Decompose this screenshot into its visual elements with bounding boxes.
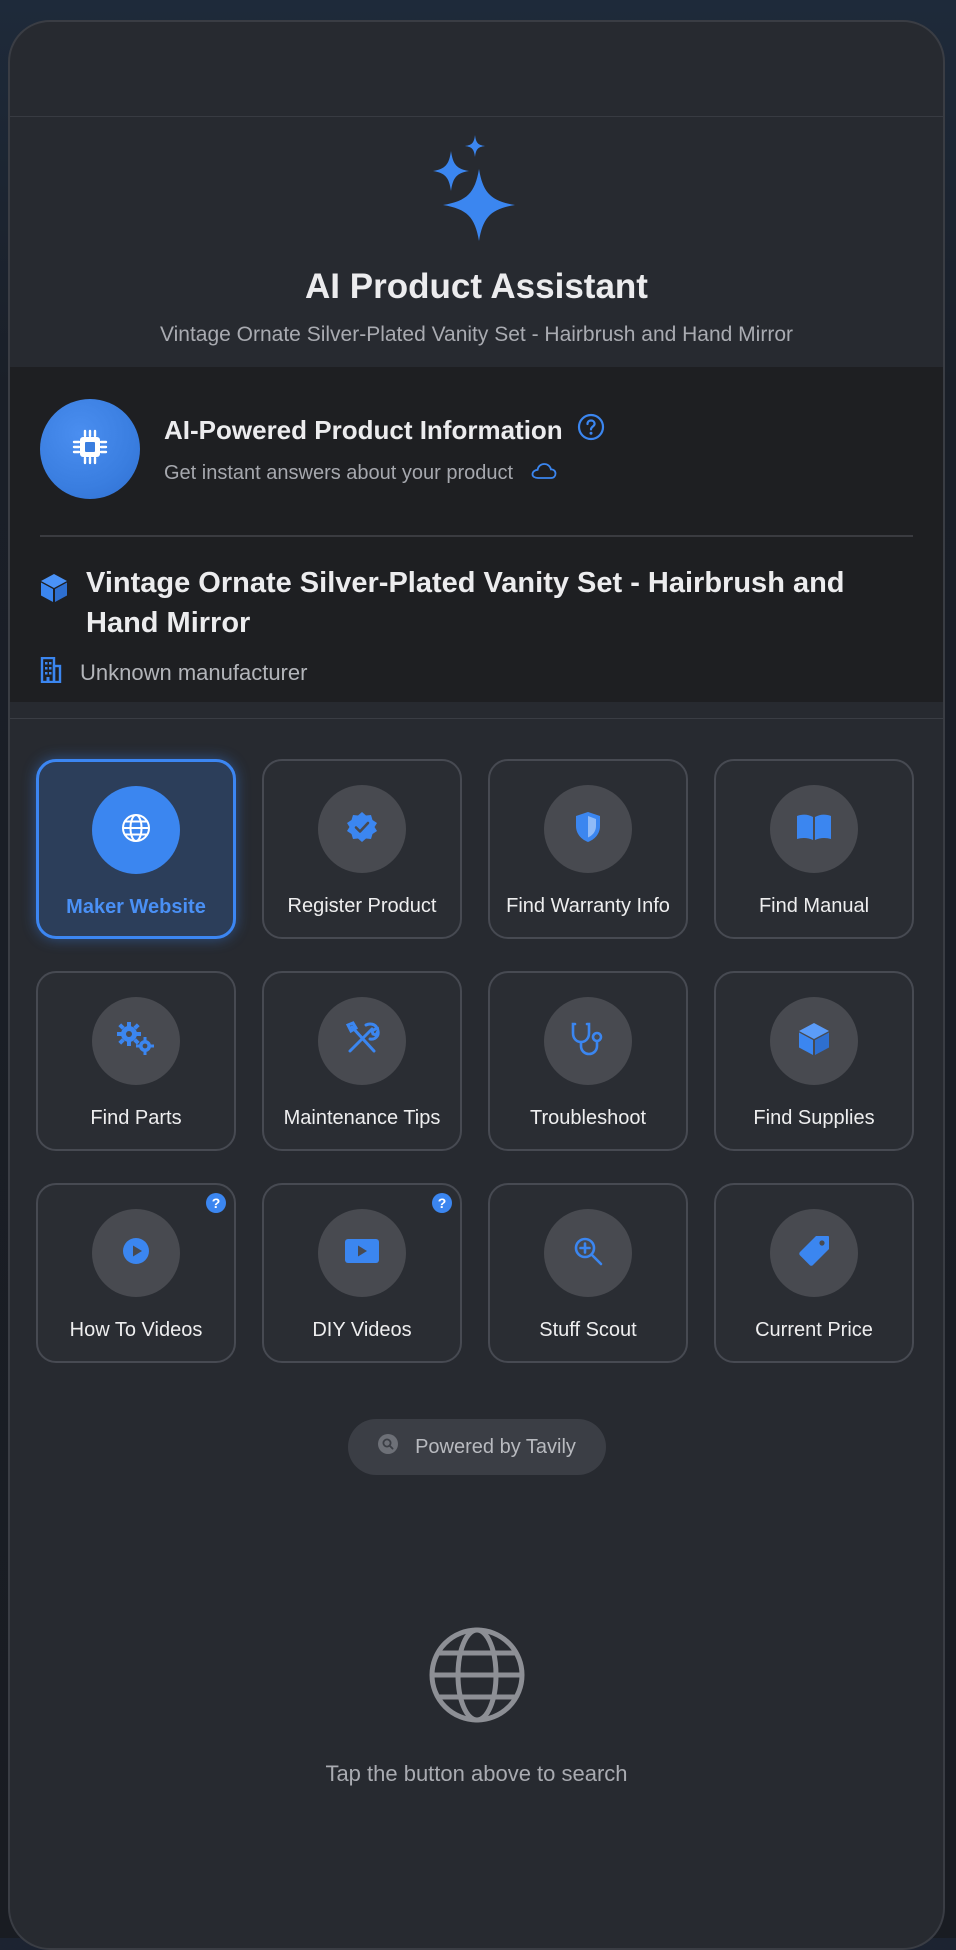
package-icon [40,573,68,608]
tile-label: Find Manual [758,895,870,917]
search-circle-icon [377,1433,415,1461]
powered-by-tavily: Powered by Tavily [347,1419,606,1475]
find-warranty-info-button[interactable]: Find Warranty Info [488,759,688,939]
cpu-chip-icon [72,429,108,470]
divider [40,535,913,537]
find-manual-button[interactable]: Find Manual [714,759,914,939]
page-subtitle: Vintage Ornate Silver-Plated Vanity Set … [159,323,793,346]
chip-avatar [40,399,140,499]
product-name: Vintage Ornate Silver-Plated Vanity Set … [86,567,845,639]
tile-label: Find Supplies [753,1107,875,1129]
actions-grid: Maker Website Register Product Find Warr… [36,759,917,1363]
book-icon [795,812,833,847]
help-icon[interactable] [577,413,605,448]
tile-label: Stuff Scout [539,1319,637,1341]
cloud-icon [531,462,557,486]
globe-icon [120,812,152,849]
tile-label: Maker Website [66,896,206,918]
play-circle-icon [121,1236,151,1271]
tools-icon [344,1020,380,1062]
building-icon [40,656,62,688]
tile-label: Find Parts [90,1107,182,1129]
register-product-button[interactable]: Register Product [262,759,462,939]
tile-label: Register Product [287,895,437,917]
help-badge[interactable]: ? [206,1193,226,1213]
play-rectangle-icon [344,1237,380,1270]
help-badge[interactable]: ? [432,1193,452,1213]
gears-icon [115,1021,157,1062]
tile-label: Find Warranty Info [506,895,670,917]
actions-section: Maker Website Register Product Find Warr… [10,718,943,1787]
assistant-sheet: AI Product Assistant Vintage Ornate Silv… [8,20,945,1950]
maintenance-tips-button[interactable]: Maintenance Tips [262,971,462,1151]
find-parts-button[interactable]: Find Parts [36,971,236,1151]
tile-label: Current Price [755,1319,873,1341]
tile-label: DIY Videos [312,1319,412,1341]
current-price-button[interactable]: Current Price [714,1183,914,1363]
tile-label: How To Videos [69,1319,203,1341]
tile-label: Maintenance Tips [283,1107,441,1129]
info-subtitle: Get instant answers about your product [164,462,514,484]
box-icon [798,1022,830,1061]
powered-by-text: Powered by Tavily [415,1435,576,1458]
stuff-scout-button[interactable]: Stuff Scout [488,1183,688,1363]
find-supplies-button[interactable]: Find Supplies [714,971,914,1151]
tag-icon [797,1234,831,1273]
stethoscope-icon [569,1021,607,1062]
info-title: AI-Powered Product Information [164,414,563,445]
check-badge-icon [345,810,379,849]
empty-state: Tap the button above to search [36,1625,917,1787]
sparkles-icon [10,135,943,247]
tile-label: Troubleshoot [530,1107,646,1129]
manufacturer-text: Unknown manufacturer [80,659,308,685]
shield-icon [573,810,603,849]
hero-header: AI Product Assistant Vintage Ornate Silv… [10,117,943,367]
sheet-grabber-area[interactable] [10,22,943,117]
magnify-plus-icon [572,1235,604,1272]
how-to-videos-button[interactable]: ? How To Videos [36,1183,236,1363]
globe-icon [36,1625,917,1725]
troubleshoot-button[interactable]: Troubleshoot [488,971,688,1151]
page-title: AI Product Assistant [305,267,648,306]
empty-state-text: Tap the button above to search [325,1761,628,1786]
product-info-card: AI-Powered Product Information Get insta… [10,367,943,702]
diy-videos-button[interactable]: ? DIY Videos [262,1183,462,1363]
maker-website-button[interactable]: Maker Website [36,759,236,939]
